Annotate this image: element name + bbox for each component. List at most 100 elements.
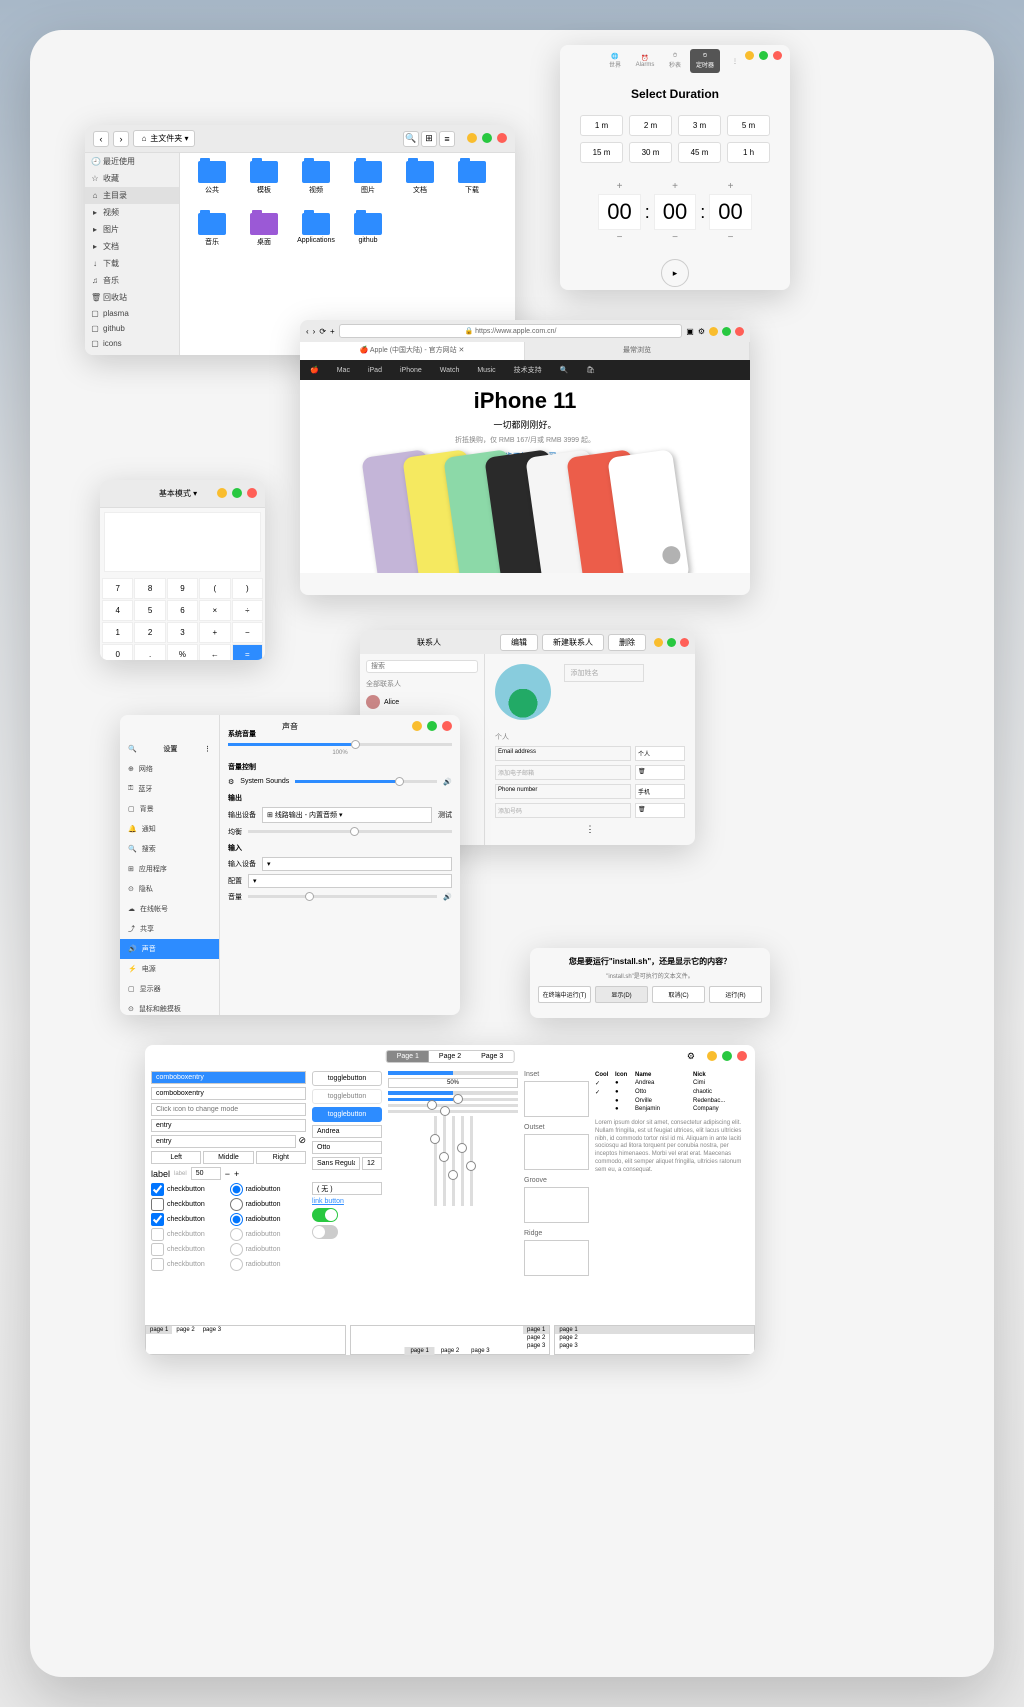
avatar-large[interactable] [495,664,551,720]
dec-button[interactable]: − [225,1169,230,1179]
minimize-button[interactable] [654,638,663,647]
pos-button[interactable]: Middle [203,1151,253,1164]
key[interactable]: 5 [134,600,165,621]
search-icon[interactable]: 🔍 [560,366,569,374]
sidebar-item[interactable]: ↓下载 [85,255,179,272]
close-button[interactable] [497,133,507,143]
minimize-button[interactable] [707,1051,717,1061]
volume-slider[interactable] [228,743,452,746]
key[interactable]: 3 [167,622,198,643]
maximize-button[interactable] [667,638,676,647]
folder[interactable]: 模板 [240,161,288,209]
close-button[interactable] [680,638,689,647]
switch-on[interactable] [312,1208,338,1222]
nav-link[interactable]: Watch [440,367,460,374]
sidebar-item[interactable]: ⤴共享 [120,919,219,939]
sidebar-item[interactable]: ☆收藏 [85,170,179,187]
preset-button[interactable]: 1 m [580,115,623,136]
spinbutton[interactable] [191,1167,221,1180]
preset-button[interactable]: 2 m [629,115,672,136]
forward-button[interactable]: › [113,131,129,147]
checkbox[interactable]: checkbutton [151,1213,228,1226]
notebook[interactable]: page 1page 2page 3 [554,1325,755,1355]
sidebar-item[interactable]: ▢背景 [120,799,219,819]
view-button[interactable]: ⊞ [421,131,437,147]
maximize-button[interactable] [482,133,492,143]
path-title[interactable]: ⌂ 主文件夹 ▾ [133,130,195,147]
sidebar-item[interactable]: ▸文档 [85,238,179,255]
mode-dropdown[interactable]: 基本模式 ▾ [159,488,197,499]
run-terminal-button[interactable]: 在终端中运行(T) [538,986,591,1003]
key[interactable]: 4 [102,600,133,621]
display-button[interactable]: 显示(D) [595,986,648,1003]
browser-tab[interactable]: 🍎 Apple (中国大陆) - 官方网站 ✕ [300,342,525,360]
folder[interactable]: 文档 [396,161,444,209]
cancel-button[interactable]: 取消(C) [652,986,705,1003]
radiobutton[interactable]: radiobutton [230,1198,307,1211]
key[interactable]: 9 [167,578,198,599]
phone-type-select[interactable]: 手机 [635,784,685,799]
input-volume-slider[interactable] [248,895,437,898]
sidebar-item[interactable]: 🕘最近使用 [85,153,179,170]
checkbox[interactable]: checkbutton [151,1198,228,1211]
nav-link[interactable]: iPad [368,367,382,374]
balance-slider[interactable] [248,830,452,833]
key[interactable]: . [134,644,165,660]
scale[interactable] [388,1110,518,1113]
tab-alarms[interactable]: ⏰Alarms [630,49,660,73]
table-row[interactable]: ✓●Ottochaotic [595,1088,749,1097]
minimize-button[interactable] [217,488,227,498]
togglebutton[interactable]: togglebutton [312,1071,382,1086]
settings-button[interactable]: ⚙ [698,327,705,336]
table-row[interactable]: ✓●AndreaCimi [595,1079,749,1088]
maximize-button[interactable] [232,488,242,498]
nav-link[interactable]: Music [477,367,495,374]
tab[interactable]: Page 3 [471,1051,513,1062]
link-button[interactable]: link button [312,1198,382,1205]
key[interactable]: 7 [102,578,133,599]
font-input[interactable] [312,1157,360,1170]
entry[interactable] [151,1119,306,1132]
radiobutton[interactable]: radiobutton [230,1183,307,1196]
config-select[interactable]: ▾ [248,874,452,888]
play-button[interactable]: ▸ [661,259,689,287]
preset-button[interactable]: 5 m [727,115,770,136]
nav-link[interactable]: 技术支持 [514,365,542,375]
key[interactable]: 1 [102,622,133,643]
sidebar-item-home[interactable]: ⌂主目录 [85,187,179,204]
maximize-button[interactable] [722,327,731,336]
preset-button[interactable]: 30 m [629,142,672,163]
folder[interactable]: github [344,213,392,261]
back-button[interactable]: ‹ [93,131,109,147]
test-button[interactable]: 测试 [438,810,452,820]
sidebar-item[interactable]: ⊞应用程序 [120,859,219,879]
inc-button[interactable]: + [670,179,680,194]
close-button[interactable] [247,488,257,498]
special-input[interactable] [312,1182,382,1195]
folder[interactable]: 图片 [344,161,392,209]
sidebar-item[interactable]: ⊙鼠标和触摸板 [120,999,219,1015]
minimize-button[interactable] [709,327,718,336]
sidebar-item[interactable]: ⚿蓝牙 [120,779,219,799]
folder[interactable]: 桌面 [240,213,288,261]
sidebar-item[interactable]: ▸视频 [85,204,179,221]
sidebar-item[interactable]: ♫音乐 [85,272,179,289]
key[interactable]: ÷ [232,600,263,621]
maximize-button[interactable] [759,51,768,60]
speaker-icon[interactable]: 🔊 [443,778,452,786]
email-input[interactable]: 添加电子邮箱 [495,765,631,780]
new-contact-button[interactable]: 新建联系人 [542,634,604,651]
dec-button[interactable]: − [726,230,736,245]
dec-button[interactable]: − [615,230,625,245]
folder[interactable]: 公共 [188,161,236,209]
close-button[interactable] [737,1051,747,1061]
input-device-select[interactable]: ▾ [262,857,452,871]
gear-button[interactable]: ⚙ [687,1051,695,1062]
url-bar[interactable]: 🔒 https://www.apple.com.cn/ [339,324,683,338]
new-tab-button[interactable]: + [330,327,335,336]
tab[interactable]: Page 1 [387,1051,429,1062]
app-volume-slider[interactable] [295,780,437,783]
sidebar-item[interactable]: ▢github [85,321,179,336]
inc-button[interactable]: + [726,179,736,194]
sidebar-item[interactable]: ▢plasma [85,306,179,321]
